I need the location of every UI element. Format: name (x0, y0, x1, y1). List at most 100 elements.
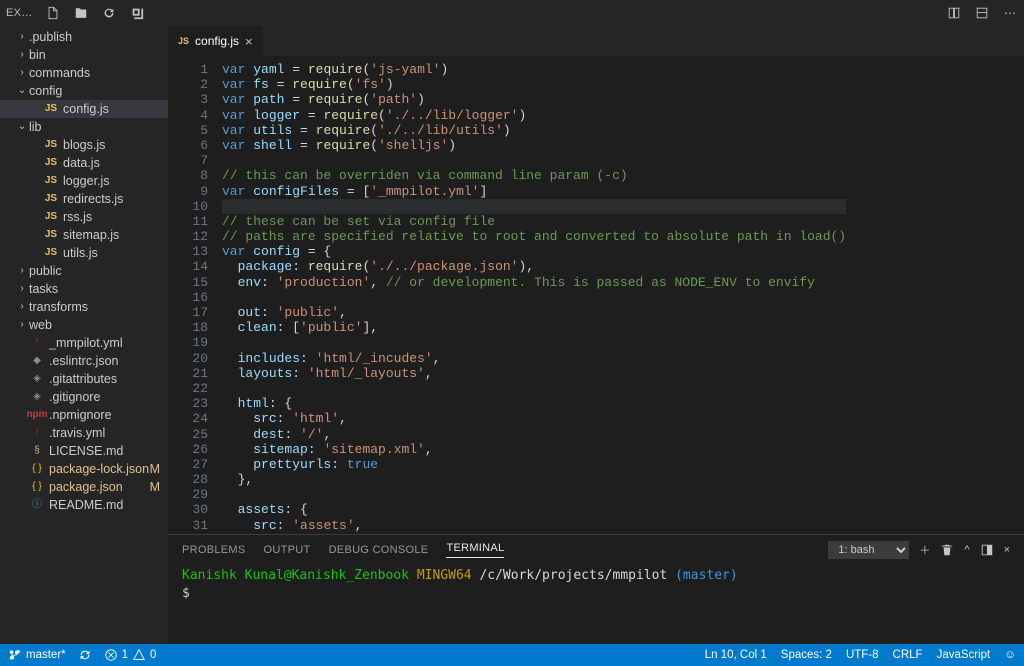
file-rss-js[interactable]: JSrss.js (0, 208, 168, 226)
folder-public[interactable]: ›public (0, 262, 168, 280)
line-number: 4 (168, 108, 208, 123)
code-line[interactable]: package: require('./../package.json'), (222, 259, 846, 274)
folder-commands[interactable]: ›commands (0, 64, 168, 82)
file-readme-md[interactable]: ⓘREADME.md (0, 496, 168, 514)
modified-badge: M (150, 478, 160, 496)
folder-bin[interactable]: ›bin (0, 46, 168, 64)
file-package-json[interactable]: { }package.jsonM (0, 478, 168, 496)
split-editor-icon[interactable] (946, 5, 962, 21)
chevron-icon: › (16, 28, 28, 46)
code-line[interactable]: layouts: 'html/_layouts', (222, 366, 846, 381)
code-line[interactable]: // these can be set via config file (222, 214, 846, 229)
line-number: 8 (168, 168, 208, 183)
code-line[interactable]: var logger = require('./../lib/logger') (222, 108, 846, 123)
code-line[interactable]: assets: { (222, 502, 846, 517)
file-logger-js[interactable]: JSlogger.js (0, 172, 168, 190)
code-editor[interactable]: 1234567891011121314151617181920212223242… (168, 56, 1024, 534)
new-file-icon[interactable] (45, 5, 61, 21)
file--travis-yml[interactable]: !.travis.yml (0, 424, 168, 442)
terminal-shell-select[interactable]: 1: bash (828, 541, 909, 559)
code-line[interactable] (222, 487, 846, 502)
code-line[interactable]: var shell = require('shelljs') (222, 138, 846, 153)
js-icon: JS (43, 191, 59, 207)
code-line[interactable] (222, 153, 846, 168)
tab-problems[interactable]: PROBLEMS (182, 544, 246, 556)
folder-web[interactable]: ›web (0, 316, 168, 334)
file-blogs-js[interactable]: JSblogs.js (0, 136, 168, 154)
code-line[interactable] (222, 335, 846, 350)
tab-debug-console[interactable]: DEBUG CONSOLE (329, 544, 429, 556)
code-line[interactable]: sitemap: 'sitemap.xml', (222, 442, 846, 457)
code-line[interactable]: }, (222, 472, 846, 487)
code-line[interactable]: clean: ['public'], (222, 320, 846, 335)
toggle-panel-icon[interactable] (980, 543, 994, 557)
new-terminal-icon[interactable]: ＋ (919, 542, 930, 558)
code-line[interactable]: dest: '/', (222, 427, 846, 442)
encoding[interactable]: UTF-8 (846, 649, 879, 661)
line-number: 18 (168, 320, 208, 335)
code-line[interactable]: var yaml = require('js-yaml') (222, 62, 846, 77)
feedback-icon[interactable]: ☺ (1004, 649, 1016, 661)
code-line[interactable]: var config = { (222, 244, 846, 259)
file-data-js[interactable]: JSdata.js (0, 154, 168, 172)
sync-icon[interactable] (78, 648, 92, 662)
folder-config[interactable]: ⌄config (0, 82, 168, 100)
new-folder-icon[interactable] (73, 5, 89, 21)
collapse-all-icon[interactable] (129, 5, 145, 21)
close-icon[interactable]: × (245, 34, 253, 49)
js-icon: JS (178, 36, 189, 46)
code-line[interactable]: out: 'public', (222, 305, 846, 320)
file-redirects-js[interactable]: JSredirects.js (0, 190, 168, 208)
folder-tasks[interactable]: ›tasks (0, 280, 168, 298)
code-line[interactable]: // paths are specified relative to root … (222, 229, 846, 244)
code-line[interactable]: var utils = require('./../lib/utils') (222, 123, 846, 138)
file-license-md[interactable]: §LICENSE.md (0, 442, 168, 460)
file--npmignore[interactable]: npm.npmignore (0, 406, 168, 424)
errors-warnings[interactable]: 1 0 (104, 648, 157, 662)
folder-transforms[interactable]: ›transforms (0, 298, 168, 316)
file--gitattributes[interactable]: ◈.gitattributes (0, 370, 168, 388)
git-branch[interactable]: master* (8, 648, 66, 662)
folder-lib[interactable]: ⌄lib (0, 118, 168, 136)
code-line[interactable]: var configFiles = ['_mmpilot.yml'] (222, 184, 846, 199)
cursor-position[interactable]: Ln 10, Col 1 (705, 649, 767, 661)
file--mmpilot-yml[interactable]: !_mmpilot.yml (0, 334, 168, 352)
tab-output[interactable]: OUTPUT (264, 544, 311, 556)
more-icon[interactable]: ⋯ (1002, 5, 1018, 21)
terminal-body[interactable]: Kanishk Kunal@Kanishk_Zenbook MINGW64 /c… (168, 565, 1024, 644)
code-line[interactable] (222, 381, 846, 396)
file-package-lock-json[interactable]: { }package-lock.jsonM (0, 460, 168, 478)
code-line[interactable] (222, 290, 846, 305)
file--eslintrc-json[interactable]: ◆.eslintrc.json (0, 352, 168, 370)
indentation[interactable]: Spaces: 2 (781, 649, 832, 661)
file-explorer[interactable]: ›.publish›bin›commands⌄configJSconfig.js… (0, 26, 168, 644)
folder--publish[interactable]: ›.publish (0, 28, 168, 46)
close-panel-icon[interactable]: × (1004, 544, 1010, 556)
tab-terminal[interactable]: TERMINAL (446, 542, 504, 558)
editor-layout-icon[interactable] (974, 5, 990, 21)
file-utils-js[interactable]: JSutils.js (0, 244, 168, 262)
code-line[interactable]: src: 'assets', (222, 518, 846, 533)
json-icon: { } (29, 461, 45, 477)
file-sitemap-js[interactable]: JSsitemap.js (0, 226, 168, 244)
item-label: data.js (63, 154, 100, 172)
code-line[interactable]: env: 'production', // or development. Th… (222, 275, 846, 290)
language-mode[interactable]: JavaScript (937, 649, 991, 661)
refresh-icon[interactable] (101, 5, 117, 21)
code-line[interactable]: includes: 'html/_incudes', (222, 351, 846, 366)
tab-config-js[interactable]: JS config.js × (168, 26, 263, 56)
code-line[interactable]: var path = require('path') (222, 92, 846, 107)
code-line[interactable]: // this can be overriden via command lin… (222, 168, 846, 183)
code-line[interactable]: dest: '/' (222, 533, 846, 534)
code-line[interactable]: var fs = require('fs') (222, 77, 846, 92)
code-line[interactable] (222, 199, 846, 214)
maximize-panel-icon[interactable]: ^ (964, 544, 969, 556)
code-line[interactable]: html: { (222, 396, 846, 411)
code-line[interactable]: prettyurls: true (222, 457, 846, 472)
eol[interactable]: CRLF (893, 649, 923, 661)
code-line[interactable]: src: 'html', (222, 411, 846, 426)
kill-terminal-icon[interactable] (940, 543, 954, 557)
file-config-js[interactable]: JSconfig.js (0, 100, 168, 118)
code-content[interactable]: var yaml = require('js-yaml')var fs = re… (222, 56, 846, 534)
file--gitignore[interactable]: ◈.gitignore (0, 388, 168, 406)
